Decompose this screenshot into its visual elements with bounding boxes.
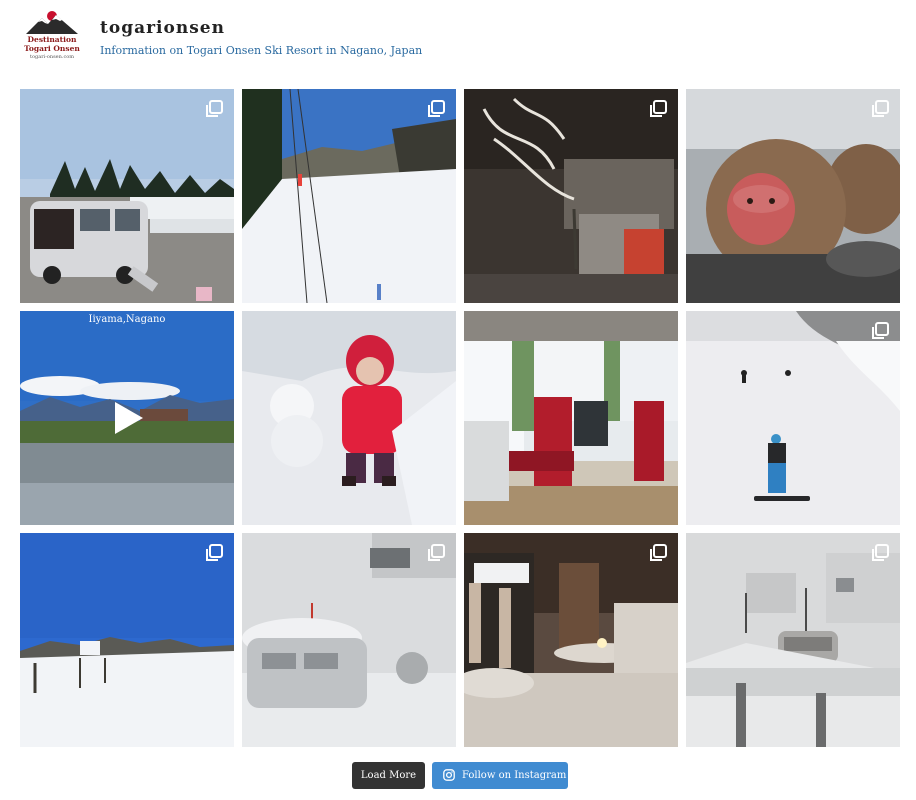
post-tile-3[interactable] <box>464 89 678 303</box>
account-name[interactable]: togarionsen <box>100 18 225 38</box>
post-tile-10[interactable] <box>242 533 456 747</box>
logo-line-destination: Destination <box>27 35 77 44</box>
logo-line-url: togari-onsen.com <box>30 54 74 60</box>
gallery-icon <box>206 544 223 561</box>
post-tile-8[interactable] <box>686 311 900 525</box>
feed-actions: Load More Follow on Instagram <box>0 762 916 790</box>
gallery-icon <box>428 544 445 561</box>
post-image-child-snow <box>242 311 456 525</box>
post-tile-4[interactable] <box>686 89 900 303</box>
mountain-logo-icon <box>26 11 78 34</box>
gallery-icon <box>650 544 667 561</box>
gallery-icon <box>872 322 889 339</box>
gallery-icon <box>872 544 889 561</box>
post-tile-1[interactable] <box>20 89 234 303</box>
post-tile-12[interactable] <box>686 533 900 747</box>
logo-line-togari-onsen: Togari Onsen <box>24 44 80 53</box>
feed-header: Destination Togari Onsen togari-onsen.co… <box>0 0 916 80</box>
gallery-icon <box>206 100 223 117</box>
post-tile-5[interactable]: Iiyama,Nagano <box>20 311 234 525</box>
post-image-snowboarder <box>686 311 900 525</box>
post-image-snow-monkeys <box>686 89 900 303</box>
account-bio: Information on Togari Onsen Ski Resort i… <box>100 44 423 57</box>
gallery-icon <box>872 100 889 117</box>
load-more-button[interactable]: Load More <box>352 762 425 789</box>
post-image-dark-building <box>464 89 678 303</box>
gallery-icon <box>428 100 445 117</box>
gallery-icon <box>650 100 667 117</box>
post-tile-9[interactable] <box>20 533 234 747</box>
post-tile-11[interactable] <box>464 533 678 747</box>
post-image-night-street <box>464 533 678 747</box>
instagram-icon <box>443 769 455 781</box>
post-tile-7[interactable] <box>464 311 678 525</box>
post-tile-2[interactable] <box>242 89 456 303</box>
play-icon[interactable] <box>109 400 145 436</box>
post-image-minivan <box>20 89 234 303</box>
post-tile-6[interactable] <box>242 311 456 525</box>
post-image-buried-car <box>242 533 456 747</box>
post-image-blue-sky-slope <box>20 533 234 747</box>
post-caption-overlay: Iiyama,Nagano <box>88 314 166 325</box>
post-grid: Iiyama,Nagano <box>20 89 900 749</box>
post-image-ski-slope <box>242 89 456 303</box>
post-image-snowy-village <box>686 533 900 747</box>
follow-on-instagram-button[interactable]: Follow on Instagram <box>432 762 568 789</box>
post-image-train-interior <box>464 311 678 525</box>
follow-button-label: Follow on Instagram <box>462 770 567 781</box>
account-logo[interactable]: Destination Togari Onsen togari-onsen.co… <box>24 10 80 64</box>
